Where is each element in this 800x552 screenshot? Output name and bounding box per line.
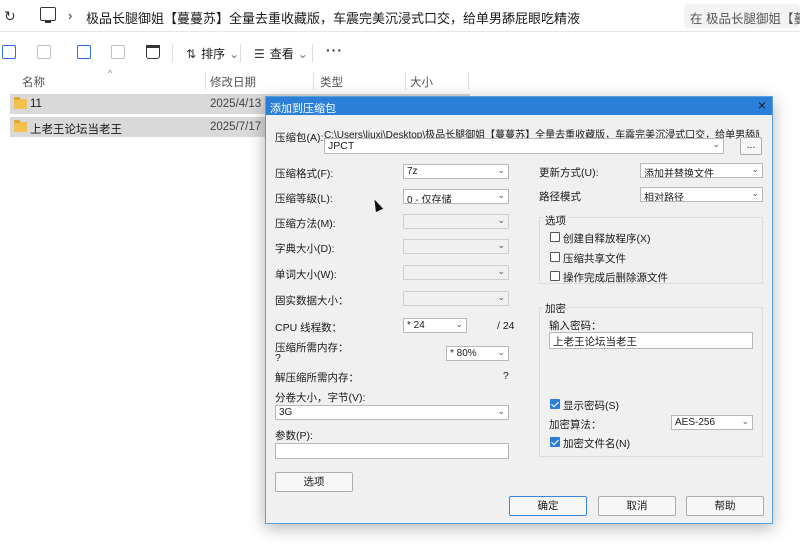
word-select: ⌄ (403, 265, 509, 280)
path-mode-select[interactable]: 相对路径 ⌄ (640, 187, 763, 202)
column-type[interactable]: 类型 (320, 74, 343, 90)
chevron-down-icon: ⌄ (497, 406, 505, 416)
copy-icon[interactable] (2, 45, 16, 59)
level-label: 压缩等级(L): (275, 193, 333, 205)
more-options-icon[interactable]: ··· (326, 42, 343, 58)
update-select[interactable]: 添加并替换文件 ⌄ (640, 163, 763, 178)
close-icon[interactable]: × (758, 97, 766, 113)
chevron-down-icon: ⌄ (741, 416, 749, 426)
chevron-down-icon: ⌄ (497, 292, 505, 302)
encryption-method-select[interactable]: AES-256 ⌄ (671, 415, 753, 430)
cancel-button[interactable]: 取消 (598, 496, 676, 516)
word-label: 单词大小(W): (275, 269, 337, 281)
archive-name-combobox[interactable]: JPCT ⌄ (324, 138, 724, 154)
chevron-down-icon: ⌄ (497, 165, 505, 175)
column-date[interactable]: 修改日期 (210, 74, 256, 90)
delete-after-checkbox[interactable] (550, 271, 560, 281)
method-label: 压缩方法(M): (275, 218, 336, 230)
cpu-max: / 24 (497, 320, 515, 332)
chevron-down-icon: ⌄ (497, 240, 505, 250)
column-name[interactable]: 名称 (22, 74, 45, 90)
dict-select: ⌄ (403, 239, 509, 254)
help-button[interactable]: 帮助 (686, 496, 764, 516)
add-to-archive-dialog: 添加到压缩包 × 压缩包(A): C:\Users\liuxi\Desktop\… (265, 96, 773, 524)
chevron-down-icon[interactable]: ⌄ (712, 139, 720, 150)
dict-label: 字典大小(D): (275, 243, 335, 255)
chevron-right-icon[interactable]: › (507, 8, 511, 23)
view-icon: ☰ (254, 47, 265, 61)
rename-icon[interactable] (77, 45, 91, 59)
sort-button[interactable]: ⇅ 排序 ⌄ (186, 45, 239, 62)
address-bar: ↻ › 极品长腿御姐【蔓蔓苏】全量去重收藏版，车震完美沉浸式口交，给单男舔屁眼吃… (0, 0, 800, 32)
solid-label: 固实数据大小： (275, 295, 349, 307)
solid-select: ⌄ (403, 291, 509, 306)
delete-icon[interactable] (146, 45, 160, 59)
format-label: 压缩格式(F): (275, 168, 334, 180)
chevron-down-icon: ⌄ (455, 319, 463, 329)
browse-button[interactable]: ... (740, 137, 762, 155)
chevron-down-icon: ⌄ (497, 347, 505, 357)
refresh-icon[interactable]: ↻ (4, 8, 16, 25)
sfx-label: 创建自释放程序(X) (563, 233, 651, 245)
shared-checkbox[interactable] (550, 252, 560, 262)
ok-button[interactable]: 确定 (509, 496, 587, 516)
column-header: ^ 名称 修改日期 类型 大小 (0, 68, 470, 92)
chevron-down-icon: ⌄ (751, 164, 759, 174)
update-label: 更新方式(U): (539, 167, 599, 179)
sort-caret-icon: ^ (108, 68, 113, 78)
folder-icon (14, 97, 27, 109)
share-icon[interactable] (111, 45, 125, 59)
mem-decomp-label: 解压缩所需内存： (275, 372, 359, 384)
chevron-down-icon: ⌄ (497, 190, 505, 200)
paste-icon[interactable] (37, 45, 51, 59)
encryption-group-title: 加密 (543, 301, 568, 316)
encrypt-names-label: 加密文件名(N) (563, 438, 631, 450)
split-combobox[interactable]: 3G ⌄ (275, 405, 509, 420)
method-select: ⌄ (403, 214, 509, 229)
mem-decomp-value: ? (503, 370, 509, 382)
params-label: 参数(P): (275, 430, 313, 442)
command-bar: ⇅ 排序 ⌄ ☰ 查看 ⌄ ··· (0, 36, 800, 68)
view-button[interactable]: ☰ 查看 ⌄ (254, 45, 308, 62)
encryption-method-label: 加密算法： (549, 419, 602, 431)
mem-comp-value: ? (275, 352, 281, 364)
chevron-down-icon: ⌄ (751, 188, 759, 198)
chevron-down-icon: ⌄ (497, 215, 505, 225)
folder-icon (14, 120, 27, 132)
show-password-label: 显示密码(S) (563, 400, 619, 412)
show-password-checkbox[interactable] (550, 399, 560, 409)
search-input[interactable]: 在 极品长腿御姐【蔓蔓苏】 (684, 4, 800, 28)
encrypt-names-checkbox[interactable] (550, 437, 560, 447)
chevron-down-icon: ⌄ (497, 266, 505, 276)
computer-icon (40, 7, 56, 23)
split-label: 分卷大小，字节(V): (275, 392, 366, 404)
cpu-select[interactable]: * 24 ⌄ (403, 318, 467, 333)
dialog-title: 添加到压缩包 (270, 103, 336, 115)
level-select[interactable]: 0 - 仅存储 ⌄ (403, 189, 509, 204)
archive-label: 压缩包(A): (275, 132, 324, 144)
dialog-title-bar: 添加到压缩包 (266, 97, 772, 115)
mem-comp-label: 压缩所需内存： (275, 342, 349, 354)
password-input[interactable]: 上老王论坛当老王 (549, 332, 753, 349)
format-select[interactable]: 7z ⌄ (403, 164, 509, 179)
params-input[interactable] (275, 443, 509, 459)
cpu-label: CPU 线程数： (275, 322, 343, 334)
shared-label: 压缩共享文件 (563, 253, 626, 265)
sort-icon: ⇅ (186, 47, 197, 61)
mem-usage-select[interactable]: * 80% ⌄ (446, 346, 509, 361)
chevron-right-icon[interactable]: › (68, 8, 72, 23)
column-size[interactable]: 大小 (410, 74, 433, 90)
breadcrumb[interactable]: 极品长腿御姐【蔓蔓苏】全量去重收藏版，车震完美沉浸式口交，给单男舔屁眼吃精液 (86, 8, 580, 27)
password-label: 输入密码： (549, 320, 602, 332)
sfx-checkbox[interactable] (550, 232, 560, 242)
options-group-title: 选项 (543, 213, 568, 228)
path-mode-label: 路径模式 (539, 191, 581, 203)
delete-after-label: 操作完成后删除源文件 (563, 272, 668, 284)
options-button[interactable]: 选项 (275, 472, 353, 492)
